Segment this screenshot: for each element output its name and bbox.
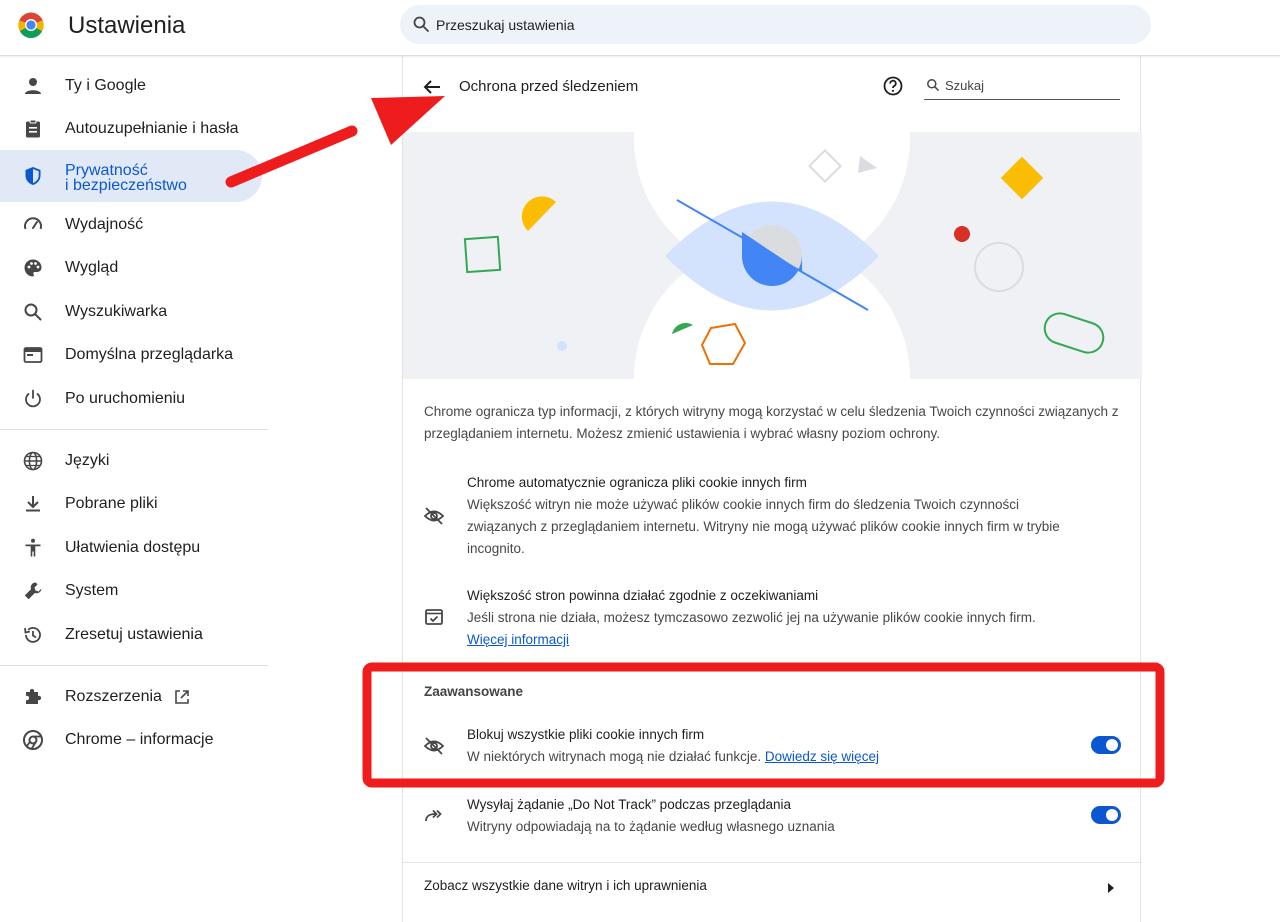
sidebar-item-label: Języki xyxy=(65,452,110,469)
tracking-protection-panel: Ochrona przed śledzeniem Szukaj Chrome o… xyxy=(402,56,1142,922)
sidebar-item-autofill[interactable]: Autouzupełnianie i hasła xyxy=(0,106,262,152)
sidebar-item-label: Ułatwienia dostępu xyxy=(65,539,201,556)
sidebar-item-label: Prywatność i bezpieczeństwo xyxy=(65,163,187,194)
do-not-track-row[interactable]: Wysyłaj żądanie „Do Not Track” podczas p… xyxy=(403,794,1142,844)
learn-more-link[interactable]: Dowiedz się więcej xyxy=(765,749,879,764)
toggle-knob xyxy=(1106,809,1118,821)
browser-check-icon xyxy=(425,609,443,625)
sidebar-item-search-engine[interactable]: Wyszukiwarka xyxy=(0,289,262,335)
sidebar-item-label: Autouzupełnianie i hasła xyxy=(65,120,239,137)
row-description: Większość witryn nie może używać plików … xyxy=(467,497,1060,556)
panel-header: Ochrona przed śledzeniem xyxy=(403,56,1142,132)
chevron-right-icon xyxy=(1108,883,1114,893)
more-info-link[interactable]: Więcej informacji xyxy=(467,632,569,647)
globe-icon xyxy=(23,451,43,471)
sites-work-as-expected-row: Większość stron powinna działać zgodnie … xyxy=(403,585,1142,655)
gauge-icon xyxy=(24,217,42,230)
row-title: Zobacz wszystkie dane witryn i ich upraw… xyxy=(424,878,707,893)
row-title: Wysyłaj żądanie „Do Not Track” podczas p… xyxy=(467,797,792,812)
eye-off-icon xyxy=(423,507,445,525)
row-description-text: Jeśli strona nie działa, możesz tymczaso… xyxy=(467,610,1036,625)
clipboard-icon xyxy=(26,119,40,138)
all-site-data-row[interactable]: Zobacz wszystkie dane witryn i ich upraw… xyxy=(403,864,1142,914)
row-description: W niektórych witrynach mogą nie działać … xyxy=(467,746,1067,768)
sidebar-item-label: Wygląd xyxy=(65,259,119,276)
row-divider xyxy=(403,784,1142,785)
accessibility-icon xyxy=(25,538,41,557)
panel-search-input[interactable] xyxy=(945,74,1115,96)
sidebar-item-extensions[interactable]: Rozszerzenia xyxy=(0,674,262,720)
do-not-track-toggle[interactable] xyxy=(1091,806,1121,824)
search-icon xyxy=(24,303,42,321)
open-in-new-icon[interactable] xyxy=(173,688,191,706)
sidebar-item-languages[interactable]: Języki xyxy=(0,438,262,484)
chrome-logo-icon xyxy=(18,12,44,38)
sidebar-item-privacy[interactable]: Prywatność i bezpieczeństwo xyxy=(0,150,262,202)
section-divider xyxy=(403,667,1142,668)
advanced-section-heading: Zaawansowane xyxy=(424,684,524,699)
block-cookies-toggle[interactable] xyxy=(1091,736,1121,754)
sidebar-item-appearance[interactable]: Wygląd xyxy=(0,245,262,291)
reset-history-icon xyxy=(24,627,41,643)
block-third-party-cookies-row[interactable]: Blokuj wszystkie pliki cookie innych fir… xyxy=(403,724,1142,774)
panel-search-field[interactable] xyxy=(924,74,1120,100)
sidebar-item-label: Chrome – informacje xyxy=(65,731,214,748)
eye-off-icon xyxy=(423,737,445,755)
search-icon xyxy=(927,79,940,92)
settings-search-box[interactable] xyxy=(400,5,1151,44)
browser-window-icon xyxy=(23,347,43,363)
person-icon xyxy=(25,78,41,94)
sidebar-item-label: Ty i Google xyxy=(65,77,146,94)
row-description-text: W niektórych witrynach mogą nie działać … xyxy=(467,749,762,764)
sidebar-item-label-line2: i bezpieczeństwo xyxy=(65,177,187,194)
sidebar-item-label: Wyszukiwarka xyxy=(65,303,168,320)
sidebar-item-label: System xyxy=(65,582,119,599)
search-icon xyxy=(413,16,429,32)
sidebar-divider xyxy=(0,429,268,430)
sidebar-item-accessibility[interactable]: Ułatwienia dostępu xyxy=(0,525,262,571)
tracking-protection-illustration xyxy=(403,132,1142,379)
auto-limit-cookies-row: Chrome automatycznie ogranicza pliki coo… xyxy=(403,472,1142,564)
download-icon xyxy=(26,496,40,512)
sidebar-divider xyxy=(0,665,268,666)
sidebar: Ty i Google Autouzupełnianie i hasła Pry… xyxy=(0,56,270,922)
sidebar-item-performance[interactable]: Wydajność xyxy=(0,202,262,248)
sidebar-item-about-chrome[interactable]: Chrome – informacje xyxy=(0,717,262,763)
row-title: Blokuj wszystkie pliki cookie innych fir… xyxy=(467,727,705,742)
back-arrow-icon[interactable] xyxy=(421,76,443,98)
sidebar-item-on-startup[interactable]: Po uruchomieniu xyxy=(0,376,262,422)
palette-icon xyxy=(24,259,42,277)
sidebar-item-label: Rozszerzenia xyxy=(65,688,162,705)
settings-search-input[interactable] xyxy=(436,5,1116,44)
forward-arrows-icon xyxy=(425,809,442,822)
puzzle-icon xyxy=(26,688,42,704)
row-description: Jeśli strona nie działa, możesz tymczaso… xyxy=(467,607,1067,651)
toggle-knob xyxy=(1106,739,1118,751)
sidebar-item-downloads[interactable]: Pobrane pliki xyxy=(0,481,262,527)
row-divider xyxy=(403,862,1142,863)
sidebar-item-label: Domyślna przeglądarka xyxy=(65,346,234,363)
wrench-icon xyxy=(24,582,42,600)
row-description: Witryny odpowiadają na to żądanie według… xyxy=(467,819,835,834)
shield-icon xyxy=(25,167,41,185)
top-bar: Ustawienia xyxy=(0,0,1280,56)
sidebar-item-system[interactable]: System xyxy=(0,568,262,614)
sidebar-item-reset-settings[interactable]: Zresetuj ustawienia xyxy=(0,612,262,658)
sidebar-item-you-and-google[interactable]: Ty i Google xyxy=(0,63,262,109)
app-title: Ustawienia xyxy=(68,12,186,39)
row-title: Większość stron powinna działać zgodnie … xyxy=(467,588,819,603)
help-icon[interactable] xyxy=(882,75,904,97)
sidebar-item-default-browser[interactable]: Domyślna przeglądarka xyxy=(0,332,262,378)
row-title: Chrome automatycznie ogranicza pliki coo… xyxy=(467,475,807,490)
intro-text: Chrome ogranicza typ informacji, z który… xyxy=(424,404,1119,441)
sidebar-item-label: Zresetuj ustawienia xyxy=(65,626,203,643)
power-icon xyxy=(25,389,41,408)
sidebar-item-label: Po uruchomieniu xyxy=(65,390,186,407)
chrome-icon xyxy=(23,730,43,750)
sidebar-item-label: Pobrane pliki xyxy=(65,495,158,512)
sidebar-item-label: Wydajność xyxy=(65,216,144,233)
page-title: Ochrona przed śledzeniem xyxy=(459,78,639,95)
